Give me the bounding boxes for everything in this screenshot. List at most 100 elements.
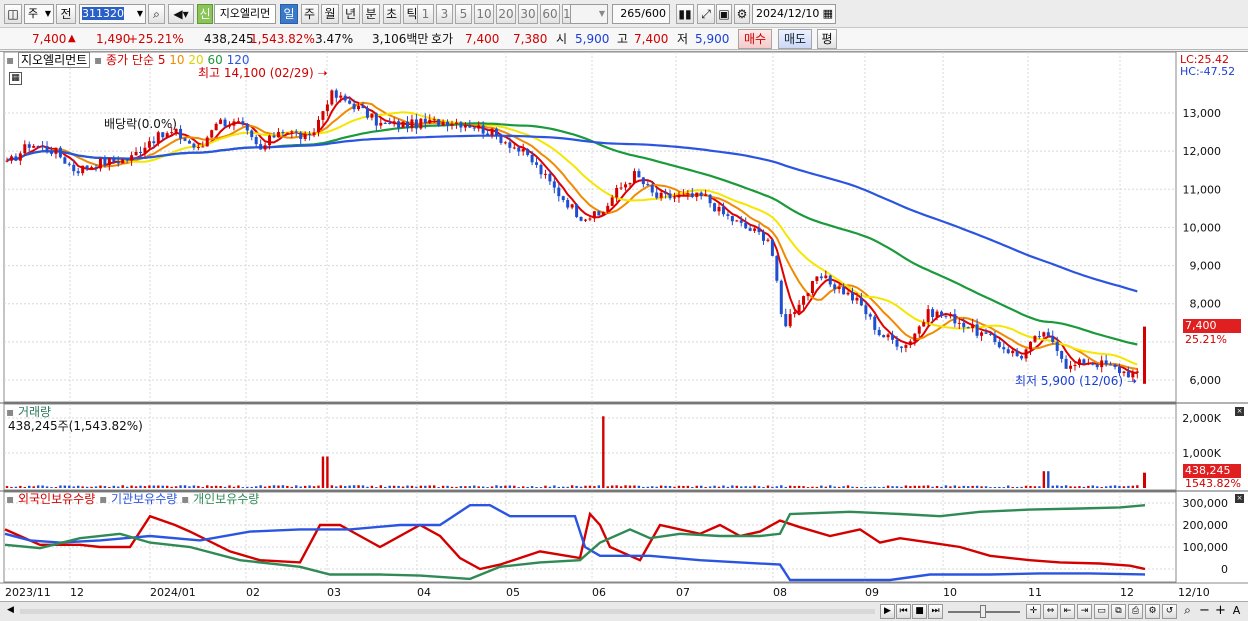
prev-button[interactable]: 전 bbox=[56, 4, 76, 24]
candle-body bbox=[1077, 359, 1081, 366]
candle-body bbox=[561, 196, 565, 200]
stock-name-field[interactable]: 지오엘리먼 bbox=[214, 4, 276, 24]
scroll-right-icon[interactable]: ▶ bbox=[880, 604, 895, 619]
candle-body bbox=[383, 122, 387, 124]
candle-body bbox=[904, 345, 908, 348]
period-tab-2[interactable]: 월 bbox=[321, 4, 339, 24]
period-tab-5[interactable]: 초 bbox=[382, 4, 401, 24]
search-icon[interactable]: ⌕ bbox=[148, 4, 165, 24]
up-arrow-icon: ▲ bbox=[68, 33, 76, 44]
stock-name-label[interactable]: 지오엘리먼트 bbox=[17, 52, 91, 68]
candle-body bbox=[143, 147, 147, 153]
candle-body bbox=[762, 232, 765, 241]
chart-toolbar: ◫ 주 ▼ 전 311320 ▼ ⌕ ◀▾ 신 지오엘리먼 일주월년분초틱 135… bbox=[0, 0, 1248, 28]
stock-chart[interactable]: 13,000 12,000 11,000 10,000 9,000 8,000 6,000 2… bbox=[0, 51, 1248, 602]
print-icon[interactable]: ⎙ bbox=[1128, 604, 1143, 619]
capture-icon[interactable]: ▭ bbox=[1094, 604, 1109, 619]
period-tab-3[interactable]: 년 bbox=[341, 4, 360, 24]
zoom-out-icon[interactable]: − bbox=[1197, 604, 1212, 619]
first-page-icon[interactable]: ⏮ bbox=[896, 604, 911, 619]
restore-icon[interactable]: ↺ bbox=[1162, 604, 1177, 619]
eval-button[interactable]: 평 bbox=[817, 29, 837, 49]
candle-body bbox=[601, 212, 605, 216]
volume-bar bbox=[1060, 485, 1063, 488]
volume-bar bbox=[219, 485, 222, 488]
last-page-icon[interactable]: ⏭ bbox=[928, 604, 943, 619]
expand-icon[interactable]: ⇥ bbox=[1077, 604, 1092, 619]
volume-bar bbox=[179, 485, 182, 488]
volume-bar bbox=[1042, 471, 1046, 488]
period-tab-0[interactable]: 일 bbox=[280, 4, 298, 24]
period-select[interactable]: 주 ▼ bbox=[24, 4, 54, 24]
candle-body bbox=[23, 144, 27, 154]
panel-close-icon[interactable]: × bbox=[1235, 407, 1244, 416]
count-display[interactable]: 265/600 bbox=[612, 4, 670, 24]
candle-body bbox=[228, 125, 231, 127]
volume-bar bbox=[837, 486, 841, 488]
volume-bar bbox=[166, 485, 169, 488]
period-number-20[interactable]: 20 bbox=[496, 4, 516, 24]
credit-badge[interactable]: 신 bbox=[197, 4, 213, 24]
count-dropdown[interactable]: ▼ bbox=[570, 4, 608, 24]
candle-body bbox=[984, 332, 988, 334]
volume-bar bbox=[90, 486, 93, 488]
horizontal-scrollbar[interactable] bbox=[20, 609, 875, 614]
save-icon[interactable]: ▣ bbox=[716, 4, 732, 24]
date-input[interactable]: 2024/12/10 ▦ bbox=[752, 4, 836, 24]
sound-icon[interactable]: ◀▾ bbox=[168, 4, 194, 24]
auto-scale-icon[interactable]: A bbox=[1229, 604, 1244, 619]
candle-body bbox=[619, 187, 623, 189]
chart-area[interactable]: 13,000 12,000 11,000 10,000 9,000 8,000 6,000 2… bbox=[0, 51, 1248, 601]
institution-holding-label[interactable]: 기관보유수량 bbox=[111, 492, 177, 506]
volume-bar bbox=[842, 486, 845, 488]
volume-bar bbox=[28, 485, 31, 488]
candle-body bbox=[1122, 371, 1126, 373]
stock-code-input[interactable]: 311320 ▼ bbox=[79, 4, 146, 24]
candle-body bbox=[624, 184, 628, 188]
panel-close-icon[interactable]: × bbox=[1235, 494, 1244, 503]
volume-bar bbox=[490, 486, 494, 488]
window-menu-icon[interactable]: ◫ bbox=[4, 4, 22, 24]
link-icon[interactable]: ⇔ bbox=[1043, 604, 1058, 619]
scroll-left-icon[interactable]: ◀ bbox=[3, 604, 18, 619]
candle-body bbox=[14, 156, 18, 161]
period-tab-1[interactable]: 주 bbox=[300, 4, 319, 24]
table-toggle-icon[interactable]: ▦ bbox=[9, 72, 22, 85]
volume-title[interactable]: 거래량 bbox=[18, 405, 51, 419]
period-number-30[interactable]: 30 bbox=[518, 4, 538, 24]
zoom-out-search-icon[interactable]: ⌕ bbox=[1180, 604, 1195, 619]
period-number-60[interactable]: 60 bbox=[540, 4, 560, 24]
volume-bar bbox=[771, 486, 774, 488]
candle-body bbox=[1104, 360, 1108, 365]
volume-bar bbox=[468, 486, 471, 488]
gear-icon[interactable]: ⚙ bbox=[734, 4, 750, 24]
volume-bar bbox=[94, 486, 98, 488]
period-number-5[interactable]: 5 bbox=[455, 4, 472, 24]
period-tab-4[interactable]: 분 bbox=[362, 4, 380, 24]
period-number-1[interactable]: 1 bbox=[417, 4, 434, 24]
crosshair-icon[interactable]: ✛ bbox=[1026, 604, 1041, 619]
period-select-value: 주 bbox=[28, 7, 39, 20]
drawing-tools-icon[interactable]: ⤢ bbox=[697, 4, 715, 24]
stop-icon[interactable]: ■ bbox=[912, 604, 927, 619]
sell-button[interactable]: 매도 bbox=[778, 29, 812, 49]
candle-body bbox=[325, 104, 329, 112]
foreign-holding-label[interactable]: 외국인보유수량 bbox=[18, 492, 95, 506]
settings-icon[interactable]: ⚙ bbox=[1145, 604, 1160, 619]
compress-icon[interactable]: ⇤ bbox=[1060, 604, 1075, 619]
candle-body bbox=[686, 193, 690, 195]
period-number-10[interactable]: 10 bbox=[474, 4, 494, 24]
x-tick-label: 12 bbox=[70, 586, 84, 599]
copy-icon[interactable]: ⧉ bbox=[1111, 604, 1126, 619]
candle-body bbox=[971, 324, 975, 329]
holding-y-tick: 100,000 bbox=[1183, 541, 1229, 554]
candle-body bbox=[294, 131, 298, 133]
zoom-in-icon[interactable]: + bbox=[1213, 604, 1228, 619]
buy-button[interactable]: 매수 bbox=[738, 29, 772, 49]
zoom-slider-handle[interactable] bbox=[980, 605, 986, 618]
holding-y-tick: 300,000 bbox=[1183, 497, 1229, 510]
indicator-label[interactable]: 종가 단순 bbox=[106, 53, 154, 67]
chart-type-icon[interactable]: ▮▮ bbox=[676, 4, 694, 24]
period-number-3[interactable]: 3 bbox=[436, 4, 453, 24]
individual-holding-label[interactable]: 개인보유수량 bbox=[193, 492, 259, 506]
